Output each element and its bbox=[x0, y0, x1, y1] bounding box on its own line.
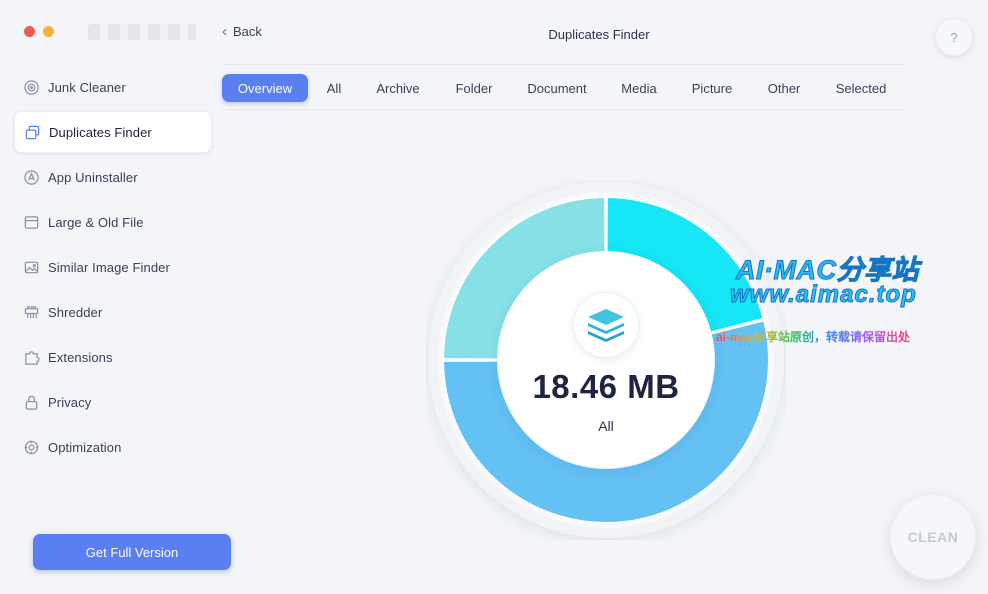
total-size-category: All bbox=[598, 418, 614, 434]
sidebar-item-shredder[interactable]: Shredder bbox=[14, 291, 212, 333]
donut-svg bbox=[428, 182, 784, 538]
extensions-icon bbox=[22, 348, 40, 366]
donut-inner-disc bbox=[498, 252, 714, 468]
tab-folder[interactable]: Folder bbox=[446, 74, 502, 102]
watermark-line-3: ai-mac分享站原创，转载请保留出处 bbox=[716, 330, 911, 344]
page-title: Duplicates Finder bbox=[548, 27, 650, 42]
tab-picture[interactable]: Picture bbox=[684, 74, 740, 102]
tab-selected[interactable]: Selected bbox=[828, 74, 894, 102]
sidebar-item-similar-image-finder[interactable]: Similar Image Finder bbox=[14, 246, 212, 288]
watermark-line-2: www.aimac.top bbox=[730, 281, 917, 309]
shredder-icon bbox=[22, 303, 40, 321]
junk-cleaner-icon bbox=[22, 78, 40, 96]
tab-document[interactable]: Document bbox=[520, 74, 594, 102]
size-donut-chart bbox=[426, 180, 786, 540]
tab-overview[interactable]: Overview bbox=[222, 74, 308, 102]
clean-button[interactable]: CLEAN bbox=[890, 494, 976, 580]
optimization-icon bbox=[22, 438, 40, 456]
tab-archive[interactable]: Archive bbox=[368, 74, 428, 102]
sidebar-item-duplicates-finder[interactable]: Duplicates Finder bbox=[14, 111, 212, 153]
get-full-version-button[interactable]: Get Full Version bbox=[33, 534, 231, 570]
sidebar-item-junk-cleaner[interactable]: Junk Cleaner bbox=[14, 66, 212, 108]
help-question-icon: ? bbox=[950, 29, 958, 45]
app-window: ‹ Back Duplicates Finder ? Junk Cleaner … bbox=[0, 0, 988, 594]
layers-stack-icon bbox=[573, 292, 639, 358]
privacy-lock-icon bbox=[22, 393, 40, 411]
total-size-value: 18.46 MB bbox=[532, 368, 680, 405]
category-tabs: Overview All Archive Folder Document Med… bbox=[222, 64, 904, 110]
large-file-icon bbox=[22, 213, 40, 231]
app-uninstaller-icon bbox=[22, 168, 40, 186]
duplicates-icon bbox=[23, 123, 41, 141]
sidebar-item-app-uninstaller[interactable]: App Uninstaller bbox=[14, 156, 212, 198]
sidebar-item-optimization[interactable]: Optimization bbox=[14, 426, 212, 468]
help-button[interactable]: ? bbox=[935, 18, 973, 56]
sidebar-item-large-old-file[interactable]: Large & Old File bbox=[14, 201, 212, 243]
sidebar-item-privacy[interactable]: Privacy bbox=[14, 381, 212, 423]
tab-media[interactable]: Media bbox=[614, 74, 664, 102]
tab-other[interactable]: Other bbox=[760, 74, 808, 102]
tab-all[interactable]: All bbox=[318, 74, 350, 102]
similar-image-icon bbox=[22, 258, 40, 276]
sidebar-item-extensions[interactable]: Extensions bbox=[14, 336, 212, 378]
